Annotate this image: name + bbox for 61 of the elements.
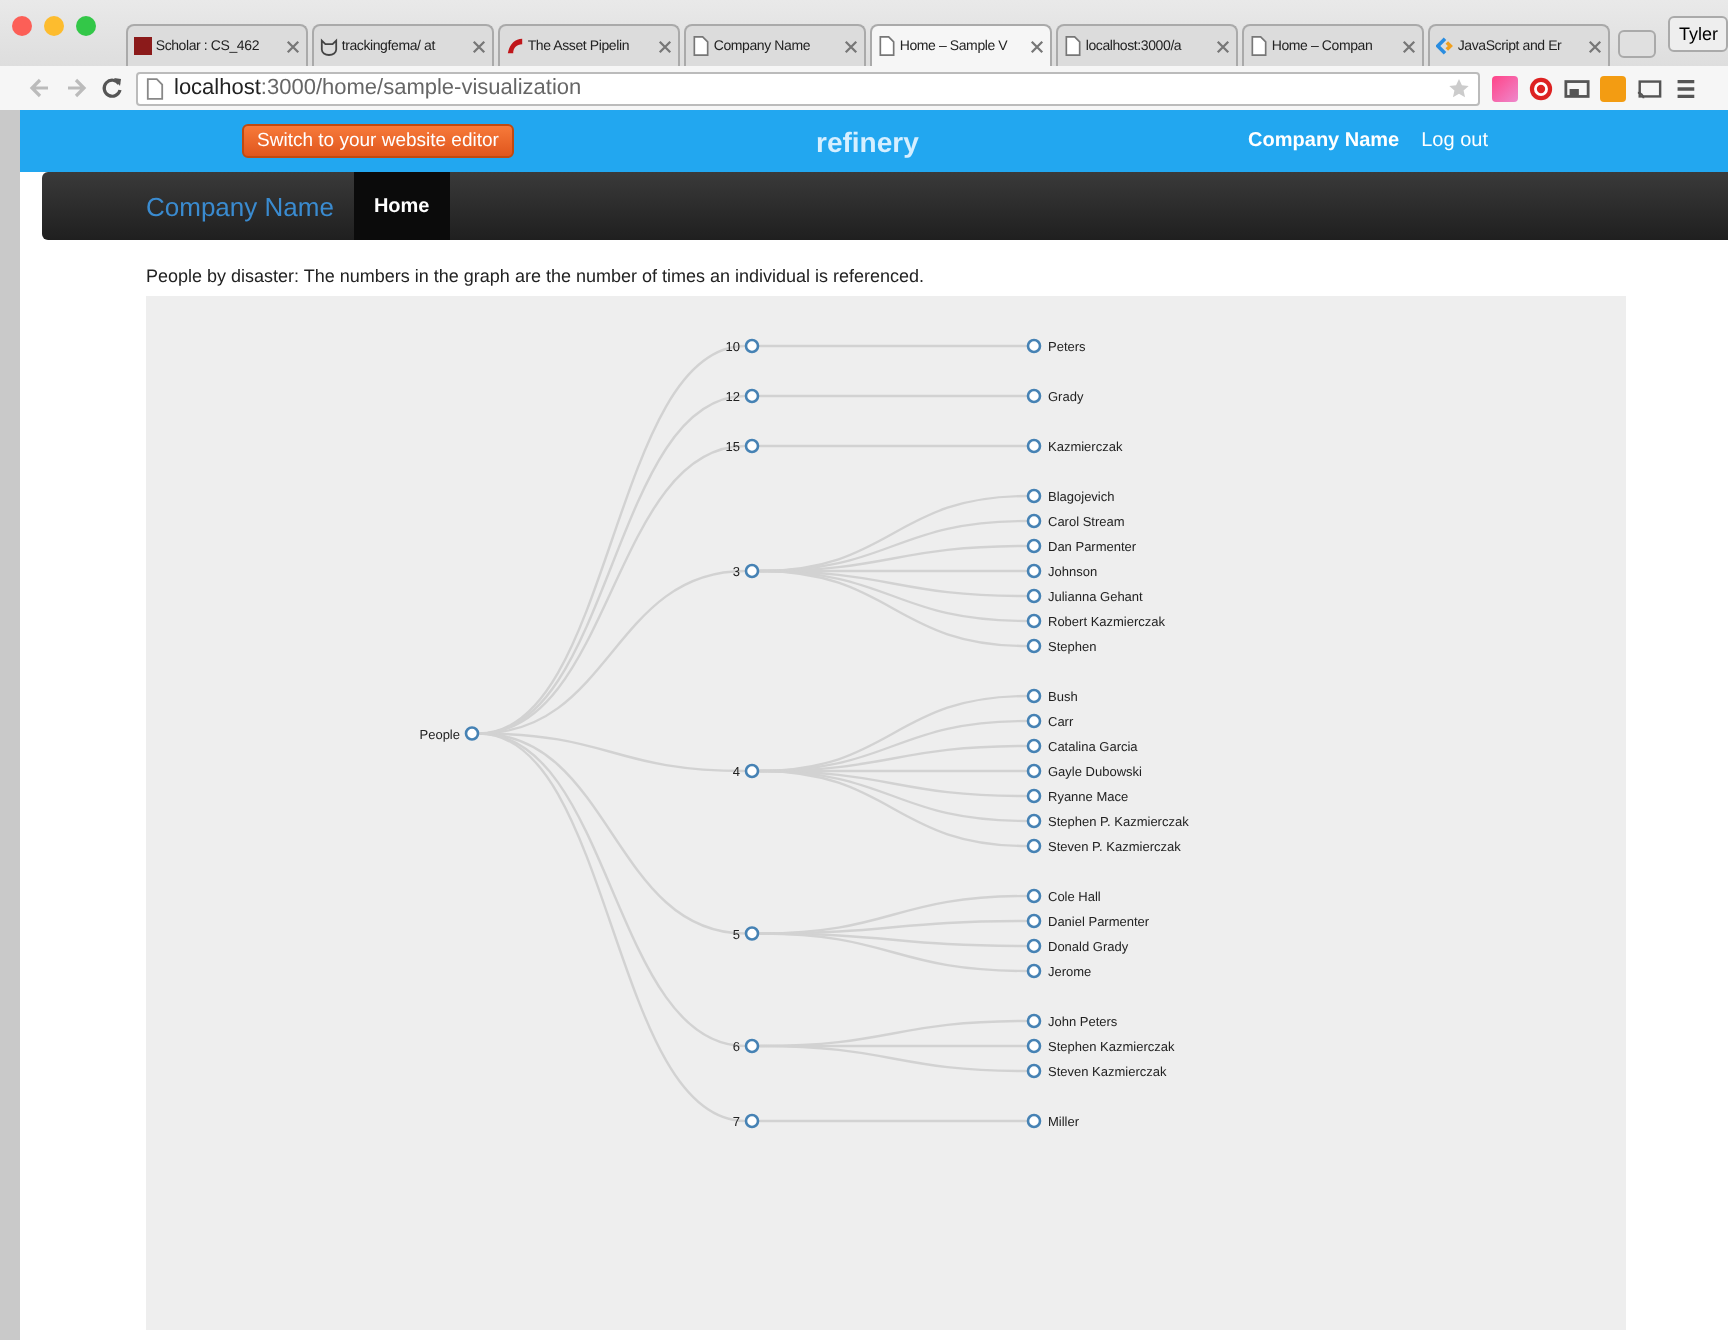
screen-icon[interactable] xyxy=(1564,75,1590,101)
page-icon xyxy=(877,36,896,56)
page-icon xyxy=(691,36,710,56)
menu-icon[interactable] xyxy=(1672,75,1698,101)
node-circle[interactable] xyxy=(744,1113,760,1129)
brand-link[interactable]: Company Name xyxy=(146,191,334,221)
node-circle[interactable] xyxy=(744,926,760,941)
description: People by disaster: The numbers in the graph are the number of times an individual is referenced. xyxy=(146,266,927,288)
node-circle[interactable] xyxy=(1026,513,1042,529)
node-circle[interactable] xyxy=(744,763,760,779)
node-circle[interactable] xyxy=(1026,813,1042,829)
node-circle[interactable] xyxy=(1026,488,1042,504)
reload-icon[interactable] xyxy=(100,76,124,100)
node-circle[interactable] xyxy=(1026,1063,1042,1079)
nav-tab[interactable]: Home xyxy=(353,172,450,240)
node-circle[interactable] xyxy=(1026,888,1042,904)
node-circle[interactable] xyxy=(1026,438,1042,454)
close-tab-icon[interactable] xyxy=(1215,39,1230,53)
close-window-button[interactable] xyxy=(12,15,32,35)
node-circle[interactable] xyxy=(744,388,760,404)
node-circle[interactable] xyxy=(1026,613,1042,629)
node-circle[interactable] xyxy=(744,438,760,454)
page-icon xyxy=(1249,36,1268,56)
node-circle[interactable] xyxy=(1026,388,1042,404)
close-tab-icon[interactable] xyxy=(285,39,300,53)
node-circle[interactable] xyxy=(744,338,760,354)
cat-icon xyxy=(319,36,338,56)
node-circle[interactable] xyxy=(464,726,480,741)
node-circle[interactable] xyxy=(1026,738,1042,754)
node-circle[interactable] xyxy=(1026,688,1042,704)
node-circle[interactable] xyxy=(1026,788,1042,804)
node-circle[interactable] xyxy=(744,1038,760,1054)
page-icon xyxy=(146,77,164,99)
node-circle[interactable] xyxy=(1026,713,1042,729)
node-circle[interactable] xyxy=(1026,588,1042,604)
node-circle[interactable] xyxy=(1026,838,1042,854)
page-icon xyxy=(1063,36,1082,56)
node-circle[interactable] xyxy=(1026,763,1042,779)
star-icon[interactable] xyxy=(1448,77,1470,99)
close-tab-icon[interactable] xyxy=(657,39,672,53)
node-circle[interactable] xyxy=(1026,913,1042,929)
close-tab-icon[interactable] xyxy=(1401,39,1416,53)
close-tab-icon[interactable] xyxy=(1587,39,1602,53)
cast-icon[interactable] xyxy=(1636,75,1662,101)
close-tab-icon[interactable] xyxy=(1029,39,1044,53)
node-circle[interactable] xyxy=(1026,1013,1042,1029)
node-circle[interactable] xyxy=(1026,938,1042,954)
node-circle[interactable] xyxy=(1026,563,1042,579)
node-circle[interactable] xyxy=(1026,1038,1042,1054)
node-circle[interactable] xyxy=(1026,538,1042,554)
node-circle[interactable] xyxy=(1026,1113,1042,1129)
node-circle[interactable] xyxy=(1026,638,1042,654)
close-tab-icon[interactable] xyxy=(843,39,858,53)
extension-icon[interactable] xyxy=(1492,75,1518,101)
profile-button[interactable]: Tyler xyxy=(1668,15,1728,51)
chevrons-icon xyxy=(1435,36,1454,56)
node-circle[interactable] xyxy=(1026,963,1042,979)
address-field[interactable]: localhost:3000/home/sample-visualization xyxy=(136,71,1480,105)
close-tab-icon[interactable] xyxy=(471,39,486,53)
node-circle[interactable] xyxy=(1026,338,1042,354)
node-circle[interactable] xyxy=(744,563,760,579)
